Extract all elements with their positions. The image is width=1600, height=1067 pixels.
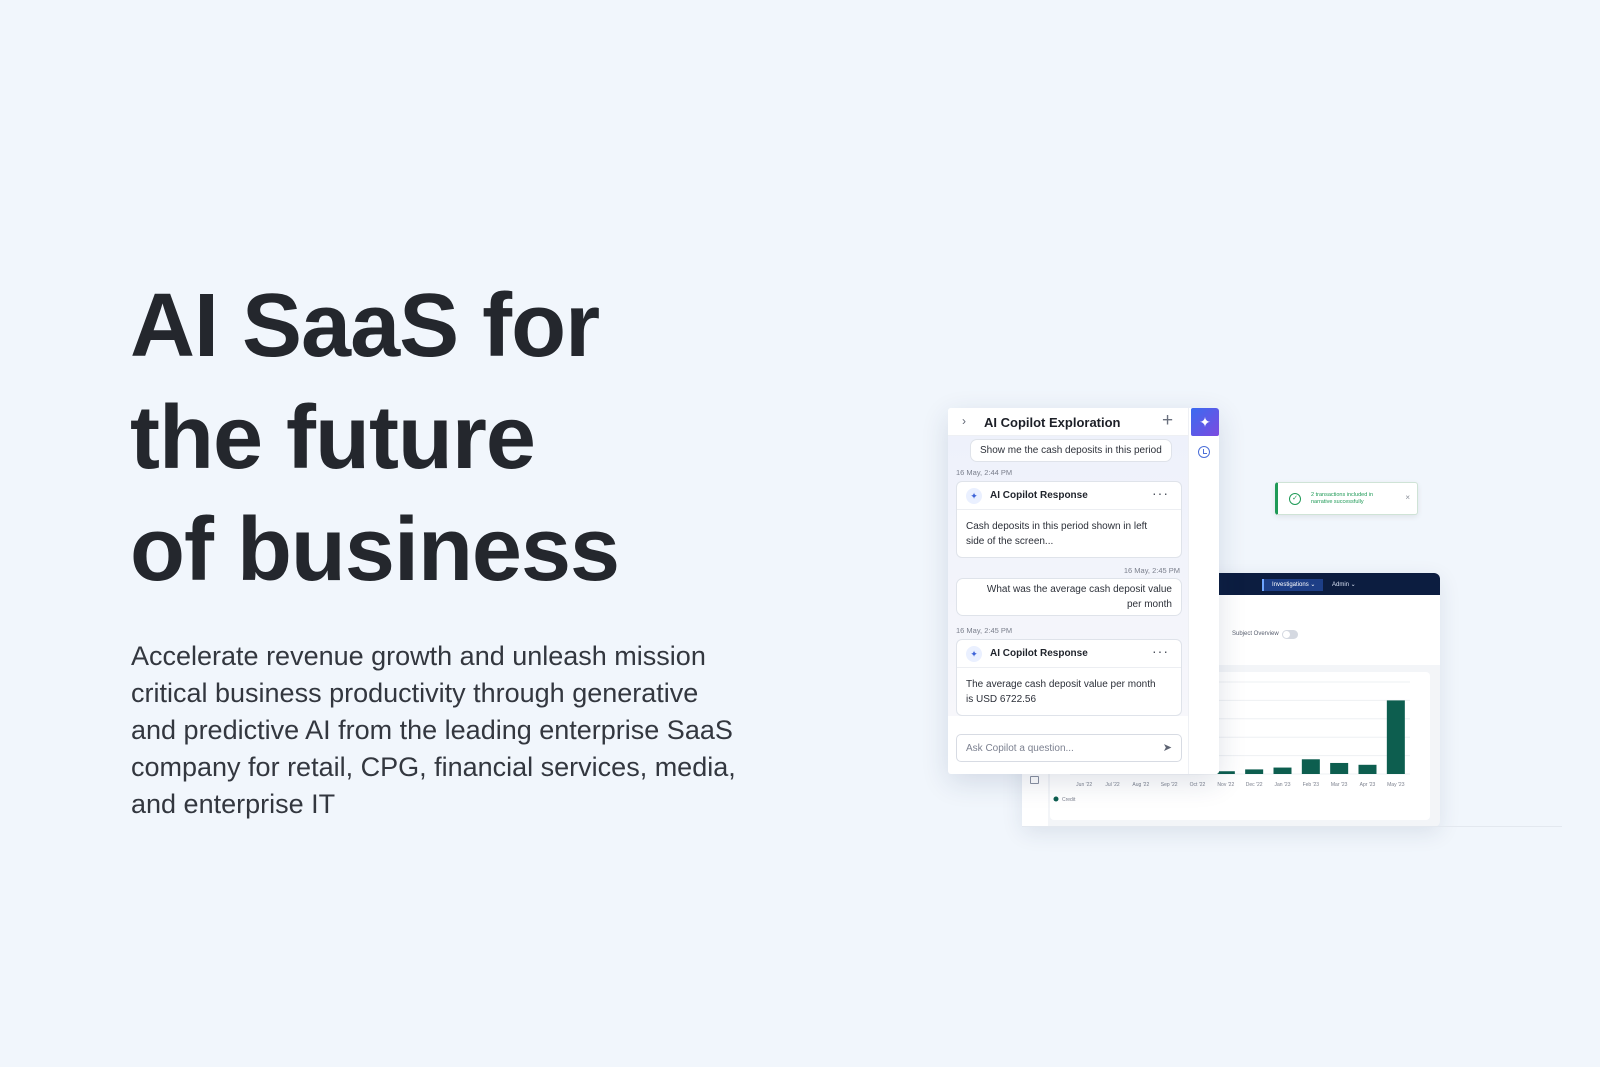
check-circle-icon: ✓ <box>1289 493 1301 505</box>
chart-bar <box>1245 769 1264 774</box>
plus-icon[interactable]: + <box>1162 410 1173 432</box>
response-header: ✦ AI Copilot Response ··· <box>957 482 1181 510</box>
subject-overview-label: Subject Overview <box>1232 631 1279 637</box>
ask-copilot-input[interactable] <box>957 735 1153 761</box>
more-options-icon[interactable]: ··· <box>1152 643 1169 659</box>
sparkle-icon: ✦ <box>966 488 982 504</box>
response-body: The average cash deposit value per month… <box>966 679 1156 705</box>
hero-subtitle-line: and enterprise IT <box>131 789 336 819</box>
chart-bar <box>1273 767 1292 774</box>
close-icon[interactable]: × <box>1405 493 1410 502</box>
hero-title-line: the future <box>130 388 536 488</box>
copilot-header: › AI Copilot Exploration + <box>948 408 1188 436</box>
hero-subtitle-line: critical business productivity through g… <box>131 678 699 708</box>
history-icon[interactable] <box>1198 446 1210 458</box>
chart-x-tick-label: Jan '23 <box>1275 782 1291 788</box>
message-timestamp: 16 May, 2:45 PM <box>956 626 1013 635</box>
chart-bar <box>1330 762 1349 774</box>
divider <box>1022 826 1562 827</box>
hero-title-line: of business <box>130 500 620 600</box>
tab-investigations[interactable]: Investigations ⌄ <box>1262 579 1324 591</box>
chart-bar <box>1386 700 1405 774</box>
sparkle-icon: ✦ <box>966 646 982 662</box>
hero-title: AI SaaS for the future of business <box>130 270 620 606</box>
hero-subtitle-line: and predictive AI from the leading enter… <box>131 715 733 745</box>
sparkle-icon[interactable]: ✦ <box>1191 408 1219 436</box>
copilot-input-box: ➤ <box>956 734 1182 762</box>
chart-legend-dot <box>1053 796 1059 802</box>
chevron-right-icon[interactable]: › <box>962 414 966 428</box>
toast-message: 2 transactions included in narrative suc… <box>1311 492 1374 505</box>
chart-legend-label: Credit <box>1062 797 1076 803</box>
message-timestamp: 16 May, 2:45 PM <box>1123 566 1180 575</box>
hero-subtitle: Accelerate revenue growth and unleash mi… <box>131 638 791 823</box>
chart-x-tick-label: Dec '22 <box>1246 782 1263 788</box>
response-title: AI Copilot Response <box>990 648 1088 659</box>
send-icon[interactable]: ➤ <box>1163 741 1172 754</box>
user-message: Show me the cash deposits in this period <box>970 439 1172 462</box>
response-body: Cash deposits in this period shown in le… <box>966 521 1148 547</box>
response-title: AI Copilot Response <box>990 490 1088 501</box>
copilot-side-rail: ✦ <box>1188 408 1219 774</box>
chart-x-tick-label: Apr '23 <box>1360 782 1376 788</box>
user-message: What was the average cash deposit value … <box>956 578 1182 616</box>
chart-x-tick-label: Jul '22 <box>1105 782 1120 788</box>
chart-x-tick-label: Oct '22 <box>1190 782 1206 788</box>
response-header: ✦ AI Copilot Response ··· <box>957 640 1181 668</box>
chart-x-tick-label: Aug '22 <box>1132 782 1149 788</box>
chart-x-tick-label: Mar '23 <box>1331 782 1348 788</box>
chart-x-tick-label: Jun '22 <box>1076 782 1092 788</box>
more-options-icon[interactable]: ··· <box>1152 485 1169 501</box>
chart-bar <box>1216 771 1235 774</box>
success-toast: ✓ 2 transactions included in narrative s… <box>1275 482 1418 515</box>
chart-x-tick-label: May '23 <box>1387 782 1405 788</box>
hero-title-line: AI SaaS for <box>130 276 600 376</box>
copilot-panel: › AI Copilot Exploration + Show me the c… <box>948 408 1219 774</box>
tab-admin[interactable]: Admin ⌄ <box>1324 579 1364 591</box>
hero-subtitle-line: company for retail, CPG, financial servi… <box>131 752 736 782</box>
calendar-icon[interactable] <box>1030 776 1039 784</box>
subject-overview-toggle[interactable] <box>1282 630 1298 639</box>
message-timestamp: 16 May, 2:44 PM <box>956 468 1013 477</box>
chat-thread: Show me the cash deposits in this period… <box>948 436 1188 716</box>
chart-x-tick-label: Feb '23 <box>1303 782 1320 788</box>
hero-subtitle-line: Accelerate revenue growth and unleash mi… <box>131 641 706 671</box>
chart-bar <box>1358 764 1377 774</box>
copilot-title: AI Copilot Exploration <box>984 415 1121 430</box>
chart-x-tick-label: Nov '22 <box>1217 782 1234 788</box>
copilot-response-card: ✦ AI Copilot Response ··· The average ca… <box>956 639 1182 716</box>
chart-x-tick-label: Sep '22 <box>1161 782 1178 788</box>
copilot-response-card: ✦ AI Copilot Response ··· Cash deposits … <box>956 481 1182 558</box>
chart-bar <box>1301 759 1320 774</box>
